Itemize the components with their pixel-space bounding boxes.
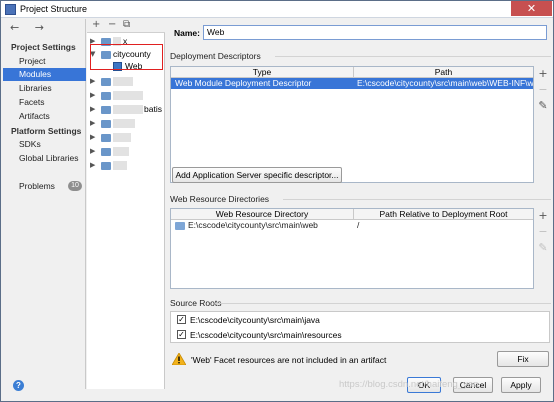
redacted-name xyxy=(113,133,131,142)
module-tree-panel: + − ⧉ ▶ x ▼ citycounty Web ▶ ▶ ▶ batis ▶… xyxy=(87,19,165,389)
module-folder-icon xyxy=(101,162,111,170)
source-root-item[interactable]: ✓ E:\cscode\citycounty\src\main\java xyxy=(177,314,547,326)
window-title: Project Structure xyxy=(20,4,88,14)
table-row[interactable]: E:\cscode\citycounty\src\main\web / xyxy=(171,220,533,231)
app-icon xyxy=(5,4,16,15)
problems-count-badge: 10 xyxy=(68,181,82,191)
warning-icon xyxy=(172,353,186,365)
table-row[interactable]: Web Module Deployment Descriptor E:\csco… xyxy=(171,78,533,89)
add-icon[interactable]: + xyxy=(535,66,551,82)
tree-item[interactable]: ▶ xyxy=(87,117,165,130)
redacted-name xyxy=(113,119,135,128)
column-header-directory[interactable]: Web Resource Directory xyxy=(171,209,354,220)
web-resource-directories-table: Web Resource Directory Path Relative to … xyxy=(170,208,534,289)
edit-icon[interactable]: ✎ xyxy=(535,98,551,114)
edit-icon[interactable]: ✎ xyxy=(535,240,551,256)
descriptor-type-cell: Web Module Deployment Descriptor xyxy=(175,78,312,88)
add-icon[interactable]: + xyxy=(535,208,551,224)
help-icon[interactable]: ? xyxy=(13,380,24,391)
module-folder-icon xyxy=(101,148,111,156)
source-roots-title: Source Roots xyxy=(170,298,222,308)
apply-button[interactable]: Apply xyxy=(501,377,541,393)
tree-item[interactable]: ▶ xyxy=(87,131,165,144)
chevron-right-icon[interactable]: ▶ xyxy=(90,159,95,172)
source-root-path: E:\cscode\citycounty\src\main\java xyxy=(190,315,320,325)
table-header: Web Resource Directory Path Relative to … xyxy=(171,209,533,220)
nav-item-sdks[interactable]: SDKs xyxy=(3,138,86,151)
facet-warning-text: 'Web' Facet resources are not included i… xyxy=(191,355,387,365)
redacted-name xyxy=(113,147,129,156)
nav-item-project[interactable]: Project xyxy=(3,55,86,68)
web-facet-editor: Name: Web Deployment Descriptors Type Pa… xyxy=(167,19,553,391)
section-divider xyxy=(283,199,551,200)
deployment-descriptors-table: Type Path Web Module Deployment Descript… xyxy=(170,66,534,183)
column-header-path[interactable]: Path xyxy=(354,67,533,78)
chevron-right-icon[interactable]: ▶ xyxy=(90,75,95,88)
copy-module-button[interactable]: ⧉ xyxy=(123,19,130,30)
deployment-descriptors-title: Deployment Descriptors xyxy=(170,51,261,61)
web-resource-tools: + − ✎ xyxy=(535,208,551,256)
remove-icon[interactable]: − xyxy=(535,224,551,240)
remove-icon[interactable]: − xyxy=(535,82,551,98)
nav-item-artifacts[interactable]: Artifacts xyxy=(3,110,86,123)
tree-item[interactable]: ▶ batis xyxy=(87,103,165,116)
nav-item-libraries[interactable]: Libraries xyxy=(3,82,86,95)
add-module-button[interactable]: + xyxy=(92,19,100,30)
chevron-right-icon[interactable]: ▶ xyxy=(90,103,95,116)
nav-item-modules[interactable]: Modules xyxy=(3,68,86,81)
descriptor-path-cell: E:\cscode\citycounty\src\main\web\WEB-IN… xyxy=(357,78,533,88)
table-header: Type Path xyxy=(171,67,533,78)
module-folder-icon xyxy=(101,134,111,142)
column-header-type[interactable]: Type xyxy=(171,67,354,78)
project-structure-window: Project Structure ✕ ← → Project Settings… xyxy=(0,0,554,402)
source-roots-list: ✓ E:\cscode\citycounty\src\main\java ✓ E… xyxy=(170,311,550,343)
name-label: Name: xyxy=(174,28,200,38)
tree-item[interactable]: ▶ xyxy=(87,145,165,158)
fix-button[interactable]: Fix xyxy=(497,351,549,367)
redacted-name xyxy=(113,161,127,170)
tree-item[interactable]: ▶ xyxy=(87,75,165,88)
relative-path-cell: / xyxy=(357,220,360,230)
settings-nav: ← → Project Settings Project Modules Lib… xyxy=(2,19,86,389)
nav-item-global-libraries[interactable]: Global Libraries xyxy=(3,152,86,165)
module-folder-icon xyxy=(101,92,111,100)
checkbox-checked-icon[interactable]: ✓ xyxy=(177,315,186,324)
tree-toolbar: + − ⧉ xyxy=(87,19,165,33)
tree-item[interactable]: ▶ xyxy=(87,159,165,172)
source-root-item[interactable]: ✓ E:\cscode\citycounty\src\main\resource… xyxy=(177,329,547,341)
watermark-text: https://blog.csdn.net/haifeng_yan xyxy=(339,379,479,390)
source-root-path: E:\cscode\citycounty\src\main\resources xyxy=(190,330,342,340)
remove-module-button[interactable]: − xyxy=(108,19,116,30)
chevron-right-icon[interactable]: ▶ xyxy=(90,117,95,130)
module-folder-icon xyxy=(101,106,111,114)
facet-name-input[interactable]: Web xyxy=(203,25,547,40)
platform-settings-heading: Platform Settings xyxy=(11,126,82,136)
history-arrows[interactable]: ← → xyxy=(10,21,50,34)
web-resource-directories-title: Web Resource Directories xyxy=(170,194,270,204)
tree-item[interactable]: ▶ xyxy=(87,89,165,102)
column-header-relative-path[interactable]: Path Relative to Deployment Root xyxy=(354,209,533,220)
folder-icon xyxy=(175,222,185,230)
redacted-name xyxy=(113,91,143,100)
module-folder-icon xyxy=(101,120,111,128)
redacted-name xyxy=(113,105,143,114)
title-bar: Project Structure ✕ xyxy=(1,1,553,18)
tree-item-label: batis xyxy=(144,104,162,114)
nav-item-facets[interactable]: Facets xyxy=(3,96,86,109)
close-button[interactable]: ✕ xyxy=(511,1,552,16)
module-folder-icon xyxy=(101,78,111,86)
web-resource-directory-cell: E:\cscode\citycounty\src\main\web xyxy=(188,220,318,230)
chevron-right-icon[interactable]: ▶ xyxy=(90,89,95,102)
descriptor-tools: + − ✎ xyxy=(535,66,551,114)
project-settings-heading: Project Settings xyxy=(11,42,76,52)
add-server-descriptor-button[interactable]: Add Application Server specific descript… xyxy=(172,167,342,183)
checkbox-checked-icon[interactable]: ✓ xyxy=(177,330,186,339)
highlight-annotation-box xyxy=(90,44,163,70)
section-divider xyxy=(215,303,551,304)
chevron-right-icon[interactable]: ▶ xyxy=(90,131,95,144)
redacted-name xyxy=(113,77,133,86)
chevron-right-icon[interactable]: ▶ xyxy=(90,145,95,158)
section-divider xyxy=(275,56,551,57)
